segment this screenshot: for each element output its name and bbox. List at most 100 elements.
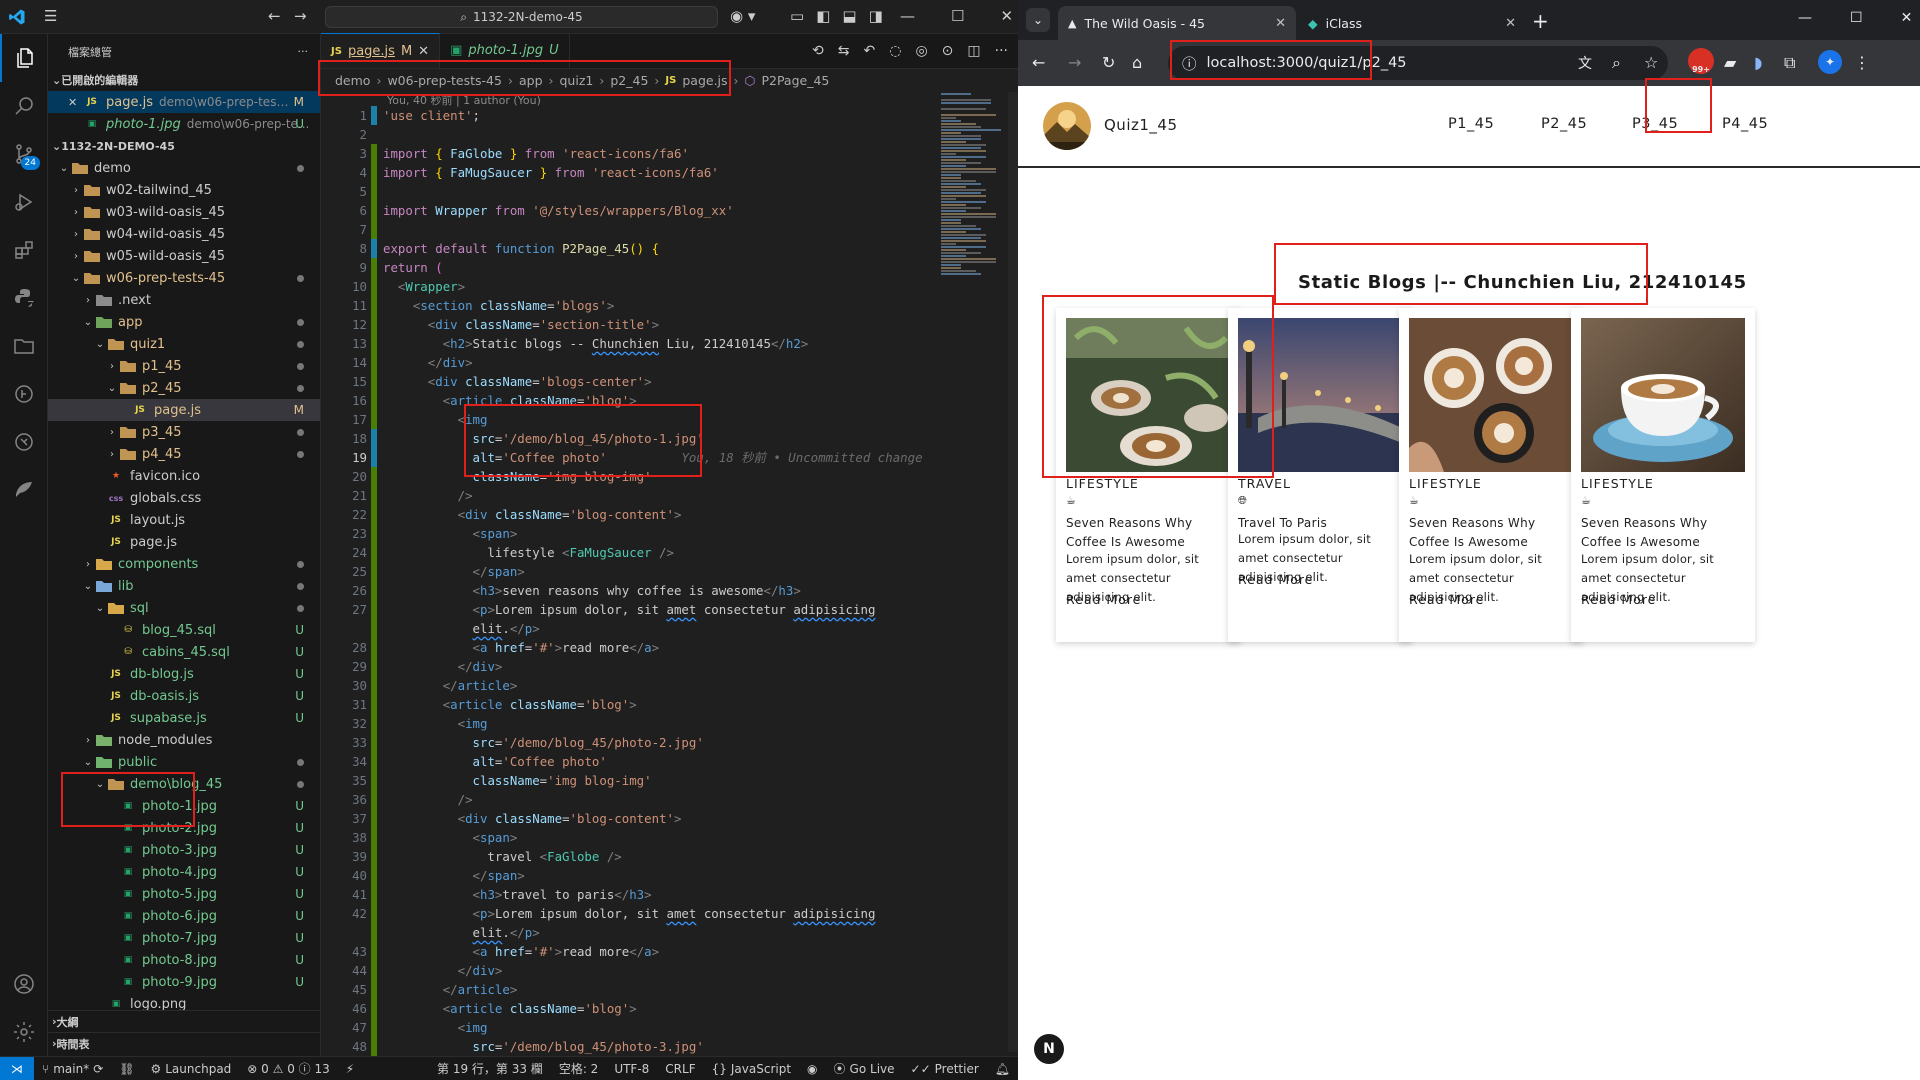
code-line[interactable]: 8 export default function P2Page_45() { [321, 239, 941, 258]
reload-icon[interactable]: ↻ [1102, 53, 1115, 72]
layout-icon[interactable]: ▭ [790, 7, 804, 25]
close-tab-icon[interactable]: ✕ [1275, 16, 1286, 31]
more-actions-icon[interactable]: ··· [995, 43, 1008, 59]
site-info-icon[interactable]: ⓘ [1182, 53, 1197, 74]
timeline-header[interactable]: › 時間表 [48, 1032, 320, 1054]
code-line[interactable]: 27 <p>Lorem ipsum dolor, sit amet consec… [321, 600, 941, 619]
tree-folder[interactable]: › p3_45 [48, 421, 320, 443]
close-icon[interactable]: ✕ [1000, 7, 1013, 25]
tree-folder[interactable]: ⌄ lib [48, 575, 320, 597]
code-line[interactable]: 23 <span> [321, 524, 941, 543]
bookmark-star-icon[interactable]: ☆ [1644, 53, 1658, 72]
nav-link-p1[interactable]: P1_45 [1448, 116, 1494, 132]
code-line[interactable]: 6 import Wrapper from '@/styles/wrappers/… [321, 201, 941, 220]
code-line[interactable]: 46 <article className='blog'> [321, 999, 941, 1018]
tree-folder[interactable]: ⌄ w06-prep-tests-45 [48, 267, 320, 289]
tree-folder[interactable]: › .next [48, 289, 320, 311]
tree-folder[interactable]: ⌄ app [48, 311, 320, 333]
launchpad-item[interactable]: ⚙ Launchpad [142, 1062, 239, 1076]
tree-folder[interactable]: › w04-wild-oasis_45 [48, 223, 320, 245]
code-line[interactable]: 42 <p>Lorem ipsum dolor, sit amet consec… [321, 904, 941, 923]
python-icon[interactable] [0, 274, 48, 322]
copilot-icon[interactable]: ◉ ▾ [730, 7, 755, 25]
close-icon[interactable]: ✕ [1901, 10, 1913, 26]
open-editor-item[interactable]: ▣ photo-1.jpg demo\w06-prep-te... U [48, 113, 320, 135]
compare-icon[interactable]: ⇆ [838, 43, 850, 59]
tree-folder[interactable]: ⌄ p2_45 [48, 377, 320, 399]
tree-file[interactable]: ▣ photo-3.jpg U [48, 839, 320, 861]
tree-file[interactable]: JS db-oasis.js U [48, 685, 320, 707]
language-mode[interactable]: {} JavaScript [704, 1062, 799, 1076]
code-line[interactable]: 13 <h2>Static blogs -- Chunchien Liu, 21… [321, 334, 941, 353]
remote-icon[interactable]: ⋊ [0, 1056, 34, 1080]
address-bar[interactable]: ⓘ localhost:3000/quiz1/p2_45 [1168, 46, 1668, 80]
minimap[interactable] [941, 92, 1006, 1052]
split-editor-icon[interactable]: ◫ [967, 43, 980, 59]
close-icon[interactable]: ✕ [68, 96, 84, 109]
tree-folder[interactable]: ⌄ demo [48, 157, 320, 179]
tree-file[interactable]: ▣ photo-1.jpg U [48, 795, 320, 817]
breadcrumb-item[interactable]: p2_45 [610, 73, 648, 88]
menu-icon[interactable]: ☰ [44, 7, 57, 25]
code-line[interactable]: 39 travel <FaGlobe /> [321, 847, 941, 866]
tree-file[interactable]: ▣ photo-7.jpg U [48, 927, 320, 949]
tree-file[interactable]: ⛁ blog_45.sql U [48, 619, 320, 641]
copilot-status-icon[interactable]: ◉ [799, 1062, 825, 1076]
code-editor[interactable]: 1'use client'; 2 3 import { FaGlobe } from … [321, 106, 941, 1056]
outline-header[interactable]: › 大綱 [48, 1010, 320, 1032]
code-line[interactable]: 18 src='/demo/blog_45/photo-1.jpg' [321, 429, 941, 448]
tree-file[interactable]: JS page.js M [48, 399, 320, 421]
code-line[interactable]: 44 </div> [321, 961, 941, 980]
cursor-position[interactable]: 第 19 行，第 33 欄 [429, 1060, 551, 1077]
tree-folder[interactable]: ⌄ sql [48, 597, 320, 619]
notifications-icon[interactable]: 🔔︎ [987, 1062, 1018, 1076]
tree-folder[interactable]: › components [48, 553, 320, 575]
tree-file[interactable]: ★ favicon.ico [48, 465, 320, 487]
code-line[interactable]: 2 [321, 125, 941, 144]
back-arrow-icon[interactable]: ← [268, 7, 281, 25]
tree-folder[interactable]: › p1_45 [48, 355, 320, 377]
code-line[interactable]: 31 <article className='blog'> [321, 695, 941, 714]
translate-icon[interactable]: 文 [1578, 53, 1592, 73]
code-line[interactable]: 1 'use client'; [321, 106, 941, 125]
code-line[interactable]: 25 </span> [321, 562, 941, 581]
tree-file[interactable]: ▣ photo-8.jpg U [48, 949, 320, 971]
home-icon[interactable]: ⌂ [1132, 53, 1142, 72]
chrome-tab-iclass[interactable]: ◆ iClass ✕ [1298, 6, 1526, 40]
tree-folder[interactable]: › w03-wild-oasis_45 [48, 201, 320, 223]
encoding[interactable]: UTF-8 [606, 1062, 657, 1076]
account-item[interactable]: ⛓ [111, 1062, 142, 1076]
code-line[interactable]: 47 <img [321, 1018, 941, 1037]
code-line[interactable]: 38 <span> [321, 828, 941, 847]
close-icon[interactable]: ✕ [418, 44, 429, 59]
code-line[interactable]: 19 alt='Coffee photo' You, 18 秒前 • Uncom… [321, 448, 941, 467]
code-line[interactable]: 10 <Wrapper> [321, 277, 941, 296]
code-line[interactable]: 48 src='/demo/blog_45/photo-3.jpg' [321, 1037, 941, 1056]
code-line[interactable]: 11 <section className='blogs'> [321, 296, 941, 315]
code-line[interactable]: 28 <a href='#'>read more</a> [321, 638, 941, 657]
nav-link-p4[interactable]: P4_45 [1722, 116, 1768, 132]
tree-file[interactable]: JS supabase.js U [48, 707, 320, 729]
toggle-secondary-sidebar-icon[interactable]: ◨ [869, 7, 883, 25]
extension-wave-icon[interactable]: ◗ [1754, 53, 1762, 72]
tree-folder[interactable]: ⌄ demo\blog_45 [48, 773, 320, 795]
minimize-icon[interactable]: — [1798, 10, 1812, 26]
nav-link-p3[interactable]: P3_45 [1632, 116, 1678, 132]
code-line[interactable]: 35 className='img blog-img' [321, 771, 941, 790]
code-line[interactable]: 20 className='img blog-img' [321, 467, 941, 486]
open-editors-header[interactable]: ⌄ 已開啟的編輯器 [48, 69, 320, 91]
branch-item[interactable]: ⑂ main* ⟳ [34, 1062, 111, 1076]
settings-gear-icon[interactable] [0, 1008, 48, 1056]
read-more-link[interactable]: Read More [1066, 592, 1141, 607]
close-tab-icon[interactable]: ✕ [1505, 16, 1516, 31]
code-line[interactable]: 22 <div className='blog-content'> [321, 505, 941, 524]
toggle-panel-icon[interactable]: ⬓ [842, 7, 856, 25]
code-line[interactable]: 15 <div className='blogs-center'> [321, 372, 941, 391]
breadcrumb-item[interactable]: quiz1 [560, 73, 594, 88]
code-line[interactable]: 7 [321, 220, 941, 239]
project-manager-icon[interactable] [0, 322, 48, 370]
nextjs-dev-indicator-icon[interactable]: N [1034, 1034, 1064, 1064]
tab-page-js[interactable]: JS page.js M ✕ [321, 33, 441, 68]
code-line[interactable]: 3 import { FaGlobe } from 'react-icons/fa… [321, 144, 941, 163]
code-line[interactable]: 14 </div> [321, 353, 941, 372]
